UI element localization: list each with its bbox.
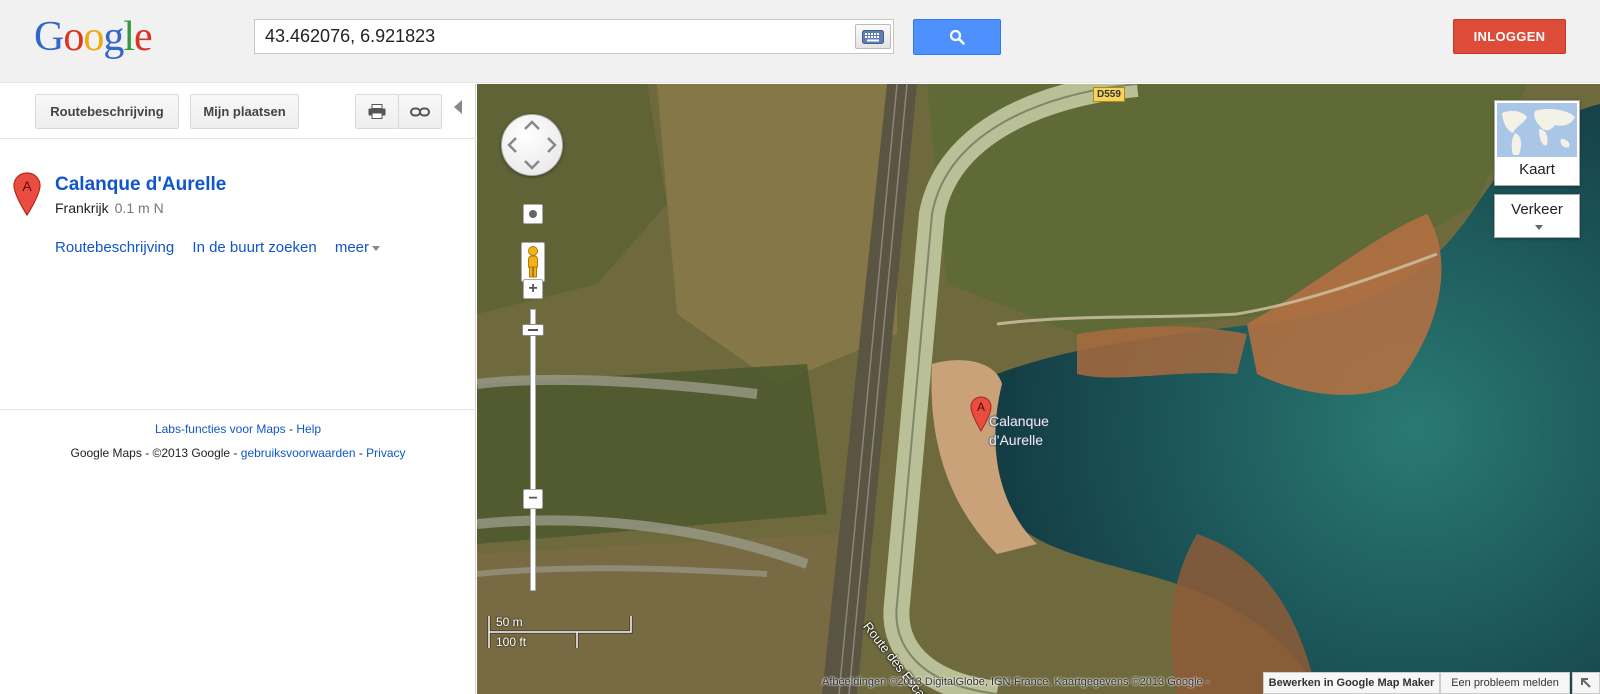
directions-button[interactable]: Routebeschrijving <box>35 94 179 129</box>
help-link[interactable]: Help <box>296 422 321 436</box>
top-bar: Google INLOGGEN <box>0 0 1600 83</box>
zoom-slider-track[interactable] <box>530 309 536 591</box>
result-links: Routebeschrijving In de buurt zoeken mee… <box>55 239 394 256</box>
logo-letter: e <box>134 14 153 60</box>
map-attribution: Afbeeldingen ©2013 DigitalGlobe, IGN-Fra… <box>822 676 1210 688</box>
zoom-out-button[interactable]: − <box>523 489 543 509</box>
google-logo[interactable]: Google <box>34 12 153 62</box>
print-button[interactable] <box>355 94 399 129</box>
result-more-link[interactable]: meer <box>334 239 381 256</box>
link-button[interactable] <box>398 94 442 129</box>
road-shield: D559 <box>1093 87 1125 102</box>
side-panel: Routebeschrijving Mijn plaatsen A Calanq… <box>0 84 476 694</box>
edit-mapmaker-button[interactable]: Bewerken in Google Map Maker <box>1263 672 1440 694</box>
map-canvas[interactable]: D559 + − Kaart Verkeer A Calanque d'Aure… <box>477 84 1600 694</box>
marker-a-icon: A <box>13 172 41 216</box>
result-subtitle: Frankrijk 0.1 m N <box>55 200 164 216</box>
world-map-icon <box>1502 109 1575 155</box>
map-type-button[interactable]: Kaart <box>1494 100 1580 186</box>
scale-imperial: 100 ft <box>496 635 527 649</box>
result-country: Frankrijk <box>55 200 109 216</box>
scale-bar: 50 m 100 ft <box>487 614 637 654</box>
keyboard-icon <box>862 29 884 44</box>
traffic-label: Verkeer <box>1511 201 1563 218</box>
logo-letter: o <box>83 14 104 60</box>
labs-link[interactable]: Labs-functies voor Maps <box>155 422 286 436</box>
footer-copyright: Google Maps - ©2013 Google - gebruiksvoo… <box>0 446 476 460</box>
satellite-imagery <box>477 84 1600 694</box>
search-icon <box>949 29 965 45</box>
result-directions-link[interactable]: Routebeschrijving <box>55 239 174 256</box>
link-icon <box>410 107 430 116</box>
pan-control[interactable] <box>501 114 563 176</box>
collapse-panel-icon[interactable] <box>454 100 462 114</box>
privacy-link[interactable]: Privacy <box>366 446 405 460</box>
logo-letter: o <box>63 14 84 60</box>
scale-metric: 50 m <box>496 615 523 629</box>
chevron-down-icon <box>372 245 381 251</box>
corner-arrow-icon <box>1581 678 1591 688</box>
zoom-in-button[interactable]: + <box>523 279 543 299</box>
print-icon <box>368 104 386 119</box>
map-type-label: Kaart <box>1519 161 1555 178</box>
zoom-slider-thumb[interactable] <box>522 324 544 336</box>
footer-separator: - <box>355 446 367 460</box>
result-distance: 0.1 m N <box>114 200 164 216</box>
pegman-icon <box>528 246 538 278</box>
report-problem-button[interactable]: Een probleem melden <box>1440 672 1570 694</box>
login-button[interactable]: INLOGGEN <box>1453 19 1566 54</box>
logo-letter: g <box>103 14 124 60</box>
result-title[interactable]: Calanque d'Aurelle <box>55 174 226 196</box>
panel-divider <box>0 409 476 410</box>
search-input[interactable] <box>255 20 847 53</box>
chevron-down-icon <box>1535 225 1543 230</box>
pan-arrows-icon <box>507 120 557 170</box>
terms-link[interactable]: gebruiksvoorwaarden <box>241 446 356 460</box>
world-map-thumbnail <box>1497 103 1577 157</box>
svg-text:A: A <box>22 178 32 194</box>
map-place-label-line2: d'Aurelle <box>989 432 1044 448</box>
traffic-dropdown[interactable]: Verkeer <box>1494 194 1580 238</box>
logo-letter: G <box>34 14 64 60</box>
result-nearby-link[interactable]: In de buurt zoeken <box>192 239 316 256</box>
footer-labs-help: Labs-functies voor Maps - Help <box>0 422 476 436</box>
street-view-pegman[interactable] <box>521 242 545 282</box>
my-places-button[interactable]: Mijn plaatsen <box>190 94 299 129</box>
map-place-label: Calanque d'Aurelle <box>989 412 1049 450</box>
more-label: meer <box>334 239 370 256</box>
svg-text:A: A <box>977 400 985 414</box>
map-place-label-line1: Calanque <box>989 413 1049 429</box>
overview-toggle-button[interactable] <box>1572 672 1600 694</box>
search-button[interactable] <box>913 19 1001 55</box>
logo-letter: l <box>123 14 135 60</box>
footer-separator: - <box>285 422 297 436</box>
copyright-text: Google Maps - ©2013 Google - <box>70 446 241 460</box>
keyboard-button[interactable] <box>855 24 891 49</box>
search-box <box>254 19 894 54</box>
reset-view-button[interactable] <box>523 204 543 224</box>
panel-toolbar: Routebeschrijving Mijn plaatsen <box>0 84 476 139</box>
